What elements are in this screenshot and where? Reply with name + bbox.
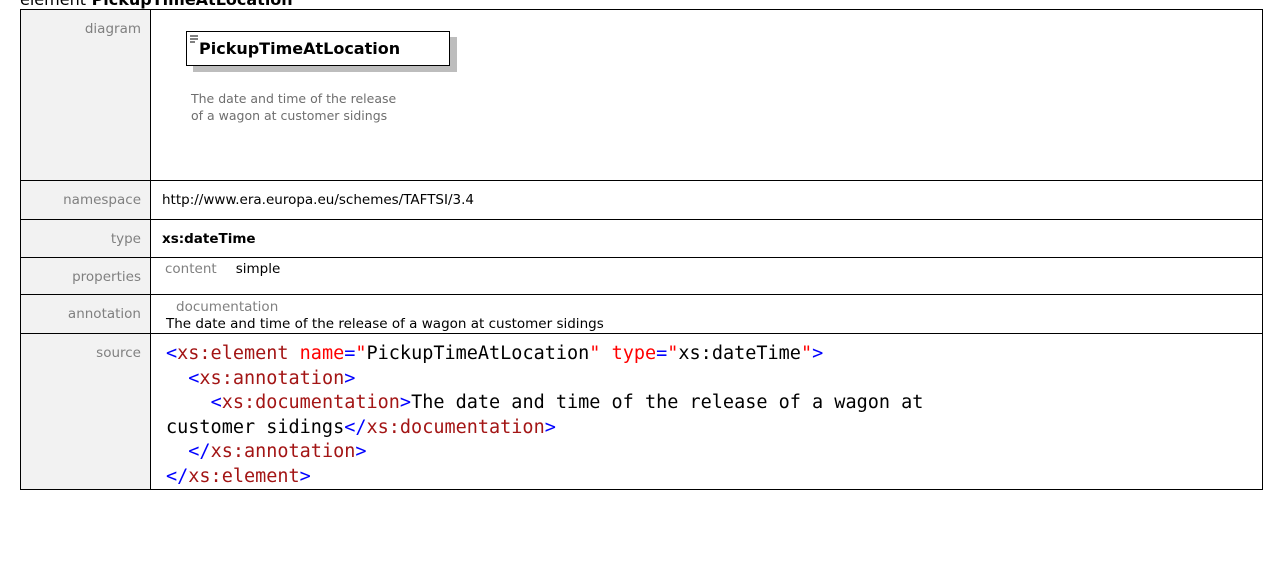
xml-tag-name: xs:documentation [366, 416, 545, 438]
xml-bracket: </ [166, 465, 189, 487]
xml-tag-name: xs:element [177, 343, 289, 364]
xml-bracket: < [188, 367, 200, 389]
xml-tag-name: xs:element [188, 465, 300, 487]
property-key: content [165, 261, 217, 277]
diagram-cell: PickupTimeAtLocation The date and time o… [150, 9, 1263, 181]
properties-label-cell: properties [20, 257, 151, 295]
source-line-3: <xs:documentation>The date and time of t… [166, 392, 924, 413]
annotation-cell: documentation The date and time of the r… [150, 294, 1263, 334]
type-cell: xs:dateTime [150, 219, 1263, 258]
xml-equals: = [656, 343, 668, 364]
source-line-4: customer sidings</xs:documentation> [166, 417, 556, 438]
schema-diagram: PickupTimeAtLocation The date and time o… [162, 10, 1262, 180]
xml-tag-name: xs:annotation [210, 441, 356, 462]
xml-equals: = [344, 343, 356, 364]
xml-tag-name: xs:annotation [199, 367, 345, 389]
xml-quote: " [355, 343, 367, 364]
namespace-row: namespace http://www.era.europa.eu/schem… [20, 180, 1263, 220]
xml-bracket: > [812, 343, 824, 364]
xml-bracket: < [166, 343, 178, 364]
diagram-label-cell: diagram [20, 9, 151, 181]
xml-text-content: customer sidings [166, 416, 345, 438]
source-cell: <xs:element name="PickupTimeAtLocation" … [150, 333, 1263, 490]
diagram-row: diagram PickupTimeAtLocation The date an… [20, 9, 1263, 181]
properties-cell: content simple [150, 257, 1263, 295]
namespace-label-cell: namespace [20, 180, 151, 220]
diagram-label: diagram [84, 21, 141, 37]
xml-attribute-name: name [299, 343, 345, 364]
source-line-1: <xs:element name="PickupTimeAtLocation" … [166, 343, 823, 364]
xml-bracket: > [399, 392, 412, 413]
source-line-6: </xs:element> [166, 466, 311, 487]
page-title-name: PickupTimeAtLocation [92, 0, 293, 9]
source-row: source <xs:element name="PickupTimeAtLoc… [20, 333, 1263, 490]
xml-text-content: The date and time of the release of a wa… [411, 392, 924, 413]
source-label: source [96, 345, 141, 361]
property-value: simple [235, 261, 281, 277]
namespace-value: http://www.era.europa.eu/schemes/TAFTSI/… [162, 192, 475, 208]
diagram-element-name: PickupTimeAtLocation [199, 39, 401, 58]
source-code: <xs:element name="PickupTimeAtLocation" … [162, 334, 1262, 489]
xml-bracket: </ [344, 416, 367, 438]
xml-bracket: > [544, 416, 556, 438]
xml-attribute-value: PickupTimeAtLocation [366, 343, 590, 364]
source-line-5: </xs:annotation> [166, 441, 367, 462]
page-title: element PickupTimeAtLocation [20, 0, 293, 9]
annotation-label-cell: annotation [20, 294, 151, 334]
xml-quote: " [800, 343, 813, 364]
properties-row: properties content simple [20, 257, 1263, 295]
type-label: type [110, 231, 141, 247]
xml-tag-name: xs:documentation [221, 392, 400, 413]
xml-bracket: > [299, 465, 311, 487]
xml-bracket: > [344, 367, 356, 389]
annotation-key: documentation [176, 299, 279, 315]
annotation-label: annotation [67, 306, 141, 322]
xml-attribute-name: type [611, 343, 657, 364]
diagram-element-box[interactable]: PickupTimeAtLocation [186, 31, 450, 66]
namespace-cell: http://www.era.europa.eu/schemes/TAFTSI/… [150, 180, 1263, 220]
properties-label: properties [72, 269, 141, 285]
annotation-row: annotation documentation The date and ti… [20, 294, 1263, 334]
namespace-label: namespace [63, 192, 141, 208]
xml-quote: " [667, 343, 679, 364]
element-documentation-table: diagram PickupTimeAtLocation The date an… [20, 9, 1263, 490]
xml-quote: " [589, 343, 601, 364]
type-row: type xs:dateTime [20, 219, 1263, 258]
page-title-prefix: element [20, 0, 86, 9]
type-label-cell: type [20, 219, 151, 258]
xml-attribute-value: xs:dateTime [678, 343, 801, 364]
xml-bracket: </ [188, 441, 211, 462]
xml-bracket: < [210, 392, 222, 413]
xml-bracket: > [355, 441, 367, 462]
source-label-cell: source [20, 333, 151, 490]
documentation-lines-icon [190, 35, 198, 43]
property-entry: content simple [162, 258, 1262, 277]
source-line-2: <xs:annotation> [166, 368, 355, 389]
diagram-documentation-text: The date and time of the release of a wa… [191, 91, 397, 123]
annotation-value: The date and time of the release of a wa… [166, 316, 604, 332]
type-value: xs:dateTime [162, 231, 256, 247]
